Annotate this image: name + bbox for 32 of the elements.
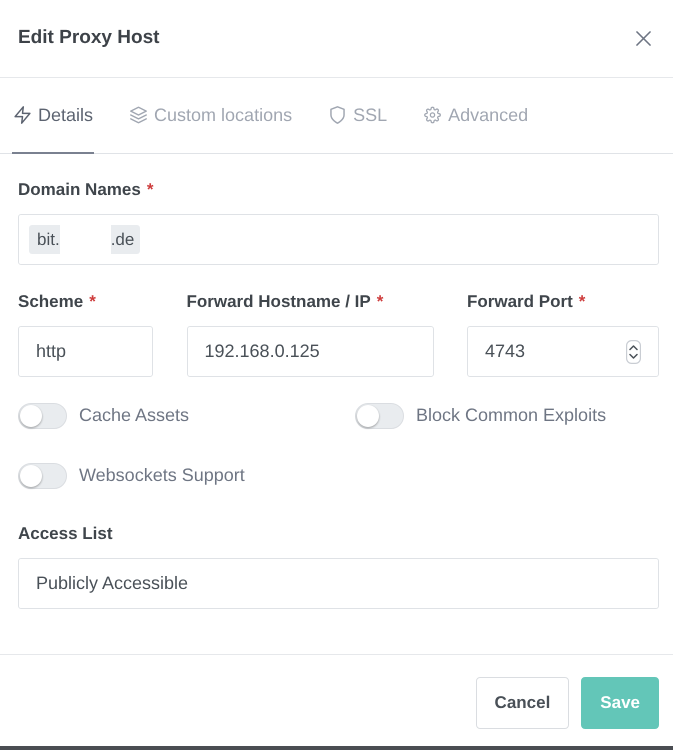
toggle-label: Cache Assets (79, 404, 190, 427)
field-label: Forward Port (467, 292, 573, 312)
dialog-title: Edit Proxy Host (18, 27, 160, 50)
toggle-label: Block Common Exploits (416, 404, 606, 427)
toggle-switch[interactable] (355, 402, 404, 428)
number-input[interactable]: 4743 (467, 326, 659, 377)
tab[interactable]: Details (12, 78, 94, 154)
layers-icon (130, 106, 148, 124)
stepper-icon[interactable] (626, 340, 641, 364)
domain-input[interactable]: bit. .de (18, 214, 659, 265)
toggle-switch[interactable] (18, 462, 67, 488)
cancel-button[interactable]: Cancel (476, 677, 570, 729)
toggle-switch[interactable] (18, 402, 67, 428)
required-mark: * (146, 180, 154, 200)
lightning-icon (14, 106, 31, 124)
field-label: Access List (18, 524, 112, 544)
field-label: Domain Names (18, 180, 141, 200)
field-label: Scheme (18, 292, 84, 312)
close-icon[interactable] (636, 31, 651, 46)
required-mark: * (89, 292, 96, 312)
tag-text: .de (110, 228, 134, 251)
tag-text: bit. (37, 228, 60, 251)
required-mark: * (376, 292, 384, 312)
domain-tag[interactable]: bit. .de (29, 225, 140, 254)
gear-icon (424, 106, 442, 124)
text-input[interactable]: http (18, 326, 153, 377)
select-field[interactable]: Publicly Accessible (18, 558, 659, 609)
shield-icon (329, 106, 346, 124)
text-input[interactable]: 192.168.0.125 (186, 326, 434, 377)
toggle-label: Websockets Support (79, 464, 245, 487)
field-label: Forward Hostname / IP (186, 292, 371, 312)
required-mark: * (578, 292, 586, 312)
